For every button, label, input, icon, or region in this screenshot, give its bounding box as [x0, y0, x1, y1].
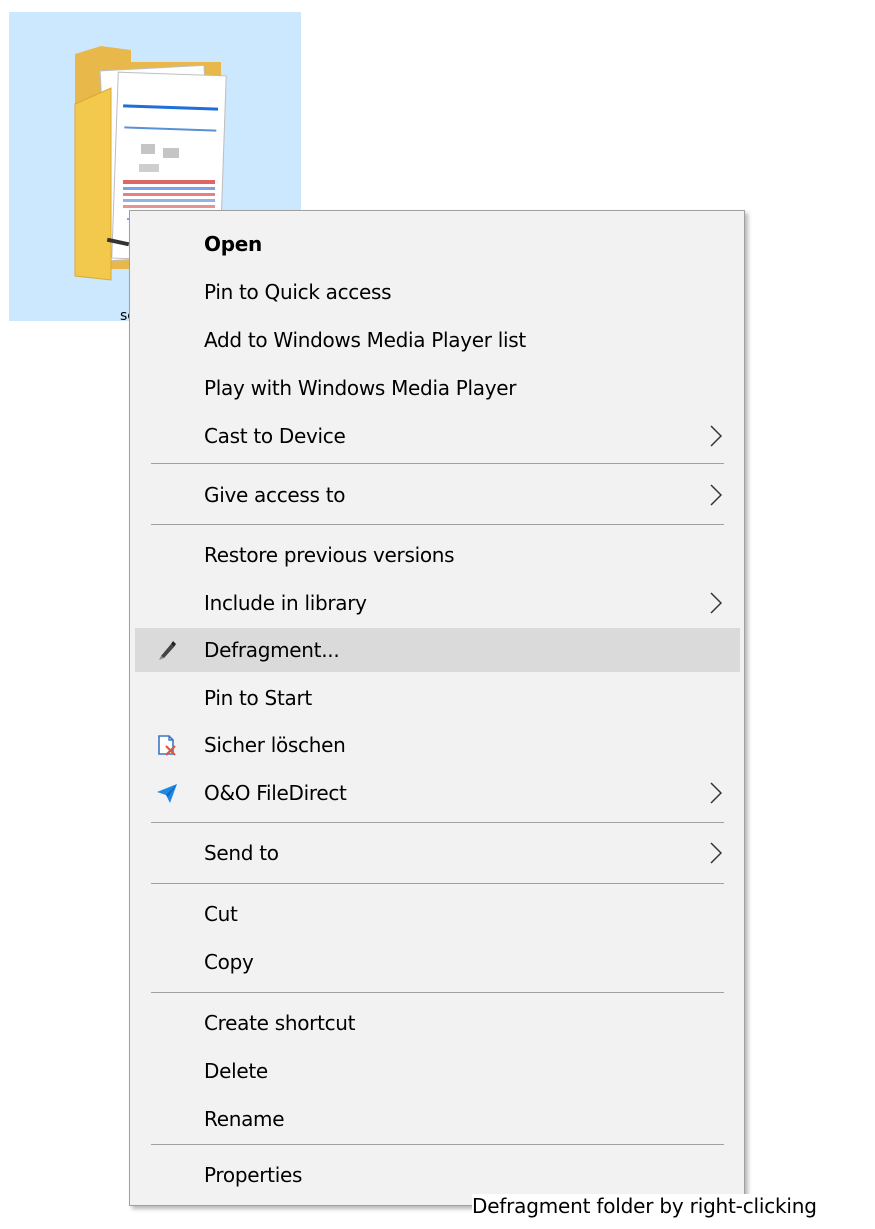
menu-item-label: Properties: [204, 1163, 303, 1187]
menu-item-label: Add to Windows Media Player list: [204, 328, 526, 352]
menu-item-pin-to-start[interactable]: Pin to Start: [135, 676, 740, 720]
menu-item-restore-versions[interactable]: Restore previous versions: [135, 533, 740, 577]
menu-separator: [151, 1144, 724, 1145]
menu-item-label: Send to: [204, 841, 279, 865]
image-caption: Defragment folder by right-clicking: [472, 1194, 817, 1218]
chevron-right-icon: [710, 484, 722, 506]
paper-plane-icon: [157, 784, 177, 803]
menu-item-delete[interactable]: Delete: [135, 1049, 740, 1093]
menu-item-label: Give access to: [204, 483, 346, 507]
menu-item-label: Pin to Quick access: [204, 280, 392, 304]
menu-item-oo-filedirect[interactable]: O&O FileDirect: [135, 771, 740, 815]
menu-item-label: Include in library: [204, 591, 367, 615]
menu-separator: [151, 992, 724, 993]
menu-separator: [151, 463, 724, 464]
menu-item-add-wmp-list[interactable]: Add to Windows Media Player list: [135, 318, 740, 362]
menu-item-label: Cast to Device: [204, 424, 346, 448]
chevron-right-icon: [710, 782, 722, 804]
chevron-right-icon: [710, 842, 722, 864]
menu-item-open[interactable]: Open: [135, 222, 740, 266]
chevron-right-icon: [710, 592, 722, 614]
menu-item-label: Play with Windows Media Player: [204, 376, 517, 400]
menu-item-copy[interactable]: Copy: [135, 940, 740, 984]
menu-item-label: Defragment...: [204, 638, 340, 662]
menu-item-secure-delete[interactable]: Sicher löschen: [135, 723, 740, 767]
menu-item-label: Restore previous versions: [204, 543, 455, 567]
menu-item-send-to[interactable]: Send to: [135, 831, 740, 875]
menu-item-label: Open: [204, 232, 262, 256]
menu-item-defragment[interactable]: Defragment...: [135, 628, 740, 672]
menu-item-label: Copy: [204, 950, 254, 974]
menu-item-play-wmp[interactable]: Play with Windows Media Player: [135, 366, 740, 410]
menu-item-label: O&O FileDirect: [204, 781, 347, 805]
defrag-pen-icon: [159, 641, 176, 660]
menu-separator: [151, 822, 724, 823]
menu-item-cut[interactable]: Cut: [135, 892, 740, 936]
menu-item-give-access[interactable]: Give access to: [135, 473, 740, 517]
menu-separator: [151, 883, 724, 884]
menu-item-label: Delete: [204, 1059, 268, 1083]
menu-item-include-library[interactable]: Include in library: [135, 581, 740, 625]
menu-item-cast-to-device[interactable]: Cast to Device: [135, 414, 740, 458]
menu-item-label: Sicher löschen: [204, 733, 346, 757]
menu-item-label: Cut: [204, 902, 238, 926]
menu-item-properties[interactable]: Properties: [135, 1153, 740, 1197]
menu-item-pin-quick-access[interactable]: Pin to Quick access: [135, 270, 740, 314]
context-menu: Open Pin to Quick access Add to Windows …: [129, 210, 745, 1206]
menu-item-label: Create shortcut: [204, 1011, 356, 1035]
menu-item-create-shortcut[interactable]: Create shortcut: [135, 1001, 740, 1045]
desktop-area: sc Open Pin to Quick access Add to Windo…: [0, 0, 875, 1229]
menu-item-rename[interactable]: Rename: [135, 1097, 740, 1141]
secure-delete-icon: [158, 735, 176, 756]
menu-item-label: Pin to Start: [204, 686, 312, 710]
chevron-right-icon: [710, 425, 722, 447]
menu-separator: [151, 524, 724, 525]
menu-item-label: Rename: [204, 1107, 285, 1131]
